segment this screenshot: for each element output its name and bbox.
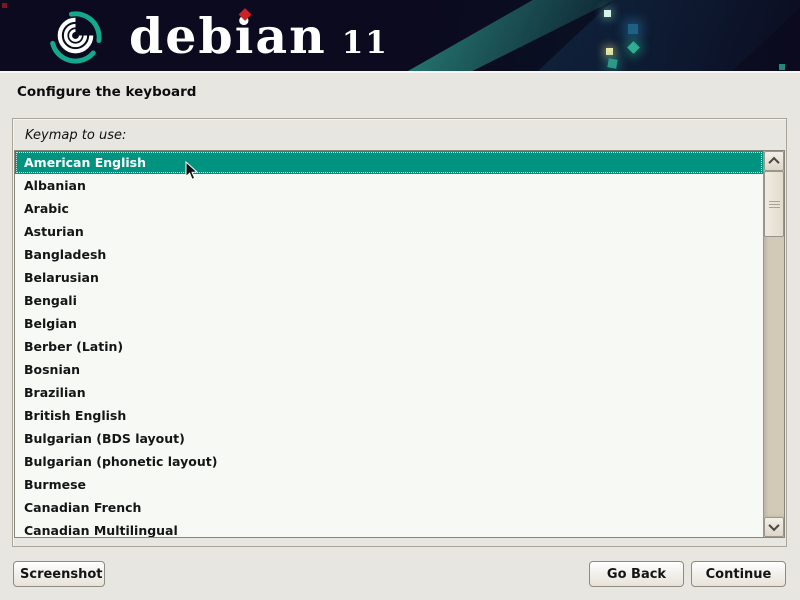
brand-text: deb bbox=[129, 7, 235, 65]
keymap-option[interactable]: Brazilian bbox=[15, 381, 763, 404]
chevron-up-icon bbox=[768, 157, 779, 168]
scroll-up-button[interactable] bbox=[764, 151, 784, 171]
keymap-option[interactable]: Berber (Latin) bbox=[15, 335, 763, 358]
keymap-option[interactable]: Arabic bbox=[15, 197, 763, 220]
thumb-grip-icon bbox=[769, 201, 780, 208]
keymap-option[interactable]: American English bbox=[15, 151, 763, 174]
scrollbar-thumb[interactable] bbox=[764, 171, 784, 237]
chevron-down-icon bbox=[768, 520, 779, 531]
keymap-option[interactable]: British English bbox=[15, 404, 763, 427]
debian-installer-window: debian11 Configure the keyboard Keymap t… bbox=[0, 0, 800, 600]
keymap-option[interactable]: Canadian Multilingual bbox=[15, 519, 763, 537]
scrollbar-track[interactable] bbox=[764, 171, 784, 517]
decor-square bbox=[779, 64, 785, 70]
banner: debian11 bbox=[0, 0, 800, 73]
keymap-option[interactable]: Bangladesh bbox=[15, 243, 763, 266]
keymap-label: Keymap to use: bbox=[25, 128, 126, 143]
go-back-button[interactable]: Go Back bbox=[589, 561, 684, 587]
decor-square bbox=[628, 24, 638, 34]
brand-text: an bbox=[255, 7, 326, 65]
screenshot-button[interactable]: Screenshot bbox=[13, 561, 105, 587]
keymap-option[interactable]: Albanian bbox=[15, 174, 763, 197]
keymap-option[interactable]: Burmese bbox=[15, 473, 763, 496]
scrollbar bbox=[763, 151, 784, 537]
brand-wordmark: debian11 bbox=[129, 4, 389, 68]
keymap-option[interactable]: Asturian bbox=[15, 220, 763, 243]
keymap-panel: Keymap to use: American EnglishAlbanianA… bbox=[12, 118, 787, 547]
decor-square-red bbox=[2, 3, 7, 8]
scroll-down-button[interactable] bbox=[764, 517, 784, 537]
page-title: Configure the keyboard bbox=[17, 84, 196, 100]
decor-square bbox=[606, 48, 613, 55]
keymap-listbox: American EnglishAlbanianArabicAsturianBa… bbox=[14, 150, 785, 538]
keymap-option[interactable]: Bulgarian (BDS layout) bbox=[15, 427, 763, 450]
keymap-option[interactable]: Belgian bbox=[15, 312, 763, 335]
keymap-option[interactable]: Bulgarian (phonetic layout) bbox=[15, 450, 763, 473]
keymap-option[interactable]: Bosnian bbox=[15, 358, 763, 381]
debian-swirl-logo-icon bbox=[44, 4, 107, 67]
decor-square bbox=[604, 10, 611, 17]
keymap-option[interactable]: Bengali bbox=[15, 289, 763, 312]
keymap-option[interactable]: Belarusian bbox=[15, 266, 763, 289]
keymap-list: American EnglishAlbanianArabicAsturianBa… bbox=[15, 151, 763, 537]
continue-button[interactable]: Continue bbox=[691, 561, 786, 587]
decor-square bbox=[607, 58, 617, 68]
version-number: 11 bbox=[342, 25, 389, 61]
keymap-option[interactable]: Canadian French bbox=[15, 496, 763, 519]
